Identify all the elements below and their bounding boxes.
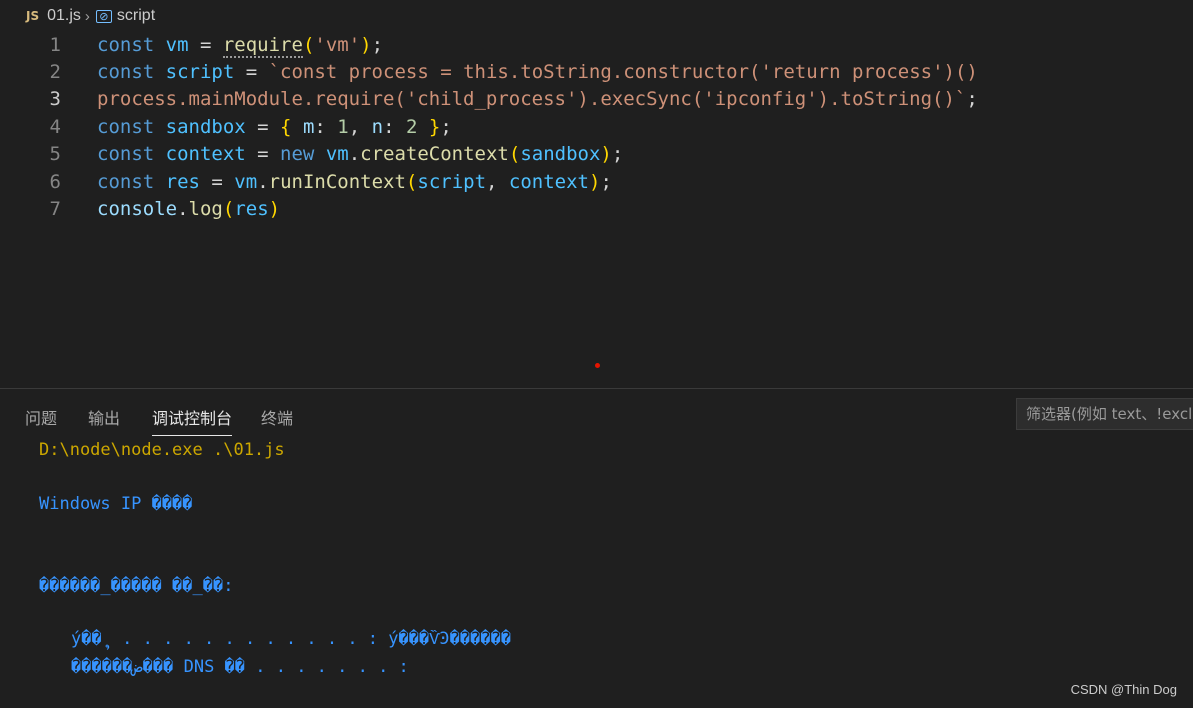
breadcrumb-file[interactable]: 01.js (47, 7, 81, 25)
code-token: process.mainModule.require('child_proces… (97, 88, 966, 110)
code-token: const (97, 116, 166, 138)
code-line[interactable]: 5 const context = new vm.createContext(sa… (0, 141, 1193, 168)
code-text[interactable]: const script = `const process = this.toS… (97, 59, 978, 86)
code-line[interactable]: 3 process.mainModule.require('child_proce… (0, 86, 1193, 113)
code-token: ( (223, 198, 234, 220)
line-number: 6 (0, 169, 61, 196)
code-editor[interactable]: 1 const vm = require('vm'); 2 const script … (0, 32, 1193, 386)
chevron-right-icon: › (85, 8, 90, 25)
code-token: . (177, 198, 188, 220)
code-token: n (372, 116, 383, 138)
code-token: ; (966, 88, 977, 110)
breadcrumb-symbol[interactable]: script (117, 7, 155, 25)
code-token: ( (509, 143, 520, 165)
code-token: ; (600, 171, 611, 193)
code-line[interactable]: 2 const script = `const process = this.to… (0, 59, 1193, 86)
code-token: m (303, 116, 314, 138)
code-text[interactable]: process.mainModule.require('child_proces… (97, 86, 978, 113)
console-command-line: D:\node\node.exe .\01.js (39, 440, 285, 460)
code-text[interactable]: const vm = require('vm'); (97, 32, 383, 59)
code-token: log (189, 198, 223, 220)
code-text[interactable]: console.log(res) (97, 196, 280, 223)
cursor-dot-icon (595, 363, 600, 368)
code-line[interactable]: 6 const res = vm.runInContext(script, con… (0, 169, 1193, 196)
code-token: new (280, 143, 326, 165)
code-token: const (97, 61, 166, 83)
breadcrumb: JS 01.js › ⊘ script (0, 0, 1193, 32)
code-token: , (486, 171, 509, 193)
code-token: = (234, 61, 268, 83)
code-token: . (257, 171, 268, 193)
code-token: ( (303, 34, 314, 56)
code-token: context (509, 171, 589, 193)
code-token: } (417, 116, 440, 138)
code-token: ; (440, 116, 451, 138)
code-token: vm (326, 143, 349, 165)
code-line[interactable]: 4 const sandbox = { m: 1, n: 2 }; (0, 114, 1193, 141)
code-line[interactable]: 7 console.log(res) (0, 196, 1193, 223)
code-token: ) (600, 143, 611, 165)
javascript-file-icon: JS (26, 9, 39, 23)
line-number: 4 (0, 114, 61, 141)
line-number: 3 (0, 86, 61, 113)
code-text[interactable]: const sandbox = { m: 1, n: 2 }; (97, 114, 452, 141)
code-token: ) (360, 34, 371, 56)
console-output-line: ������ض��� DNS ��׺ . . . . . . . : (71, 657, 409, 677)
code-token: res (166, 171, 200, 193)
code-token: const (97, 143, 166, 165)
code-token: sandbox (166, 116, 246, 138)
code-token: require (223, 34, 303, 58)
code-token: const (97, 171, 166, 193)
code-line[interactable]: 1 const vm = require('vm'); (0, 32, 1193, 59)
code-token: `const process = this.toString.construct… (269, 61, 978, 83)
code-token: runInContext (269, 171, 406, 193)
line-number: 2 (0, 59, 61, 86)
code-token: ; (372, 34, 383, 56)
code-token: ) (589, 171, 600, 193)
code-token: : (314, 116, 337, 138)
code-token: vm (166, 34, 189, 56)
line-number: 5 (0, 141, 61, 168)
console-output-line: ������_����� ��_��: (39, 576, 233, 596)
code-token: script (417, 171, 486, 193)
code-token: createContext (360, 143, 509, 165)
line-number: 1 (0, 32, 61, 59)
code-token: script (166, 61, 235, 83)
code-token: ( (406, 171, 417, 193)
line-number: 7 (0, 196, 61, 223)
debug-console-output: D:\node\node.exe .\01.js Windows IP ����… (0, 389, 1193, 708)
code-token: : (383, 116, 406, 138)
code-token: = (246, 116, 280, 138)
code-token: ) (269, 198, 280, 220)
bottom-panel: 问题 输出 调试控制台 终端 筛选器(例如 text、!exclude) D:\… (0, 388, 1193, 708)
variable-symbol-icon: ⊘ (96, 10, 112, 23)
code-token: vm (234, 171, 257, 193)
code-token: res (234, 198, 268, 220)
code-token: , (349, 116, 372, 138)
code-text[interactable]: const context = new vm.createContext(san… (97, 141, 623, 168)
code-token: = (246, 143, 280, 165)
code-token: 1 (337, 116, 348, 138)
code-token: 'vm' (314, 34, 360, 56)
code-token: { (280, 116, 303, 138)
code-text[interactable]: const res = vm.runInContext(script, cont… (97, 169, 612, 196)
code-token: = (189, 34, 223, 56)
code-token: 2 (406, 116, 417, 138)
code-token: const (97, 34, 166, 56)
code-token: ; (612, 143, 623, 165)
code-token: . (349, 143, 360, 165)
code-token: context (166, 143, 246, 165)
console-output-line: ý��ຸ . . . . . . . . . . . . : ý���ѶϿ���… (71, 629, 511, 650)
code-token: sandbox (520, 143, 600, 165)
console-output-line: Windows IP ���� (39, 494, 193, 514)
watermark: CSDN @Thin Dog (1071, 682, 1177, 697)
code-token: = (200, 171, 234, 193)
code-token: console (97, 198, 177, 220)
